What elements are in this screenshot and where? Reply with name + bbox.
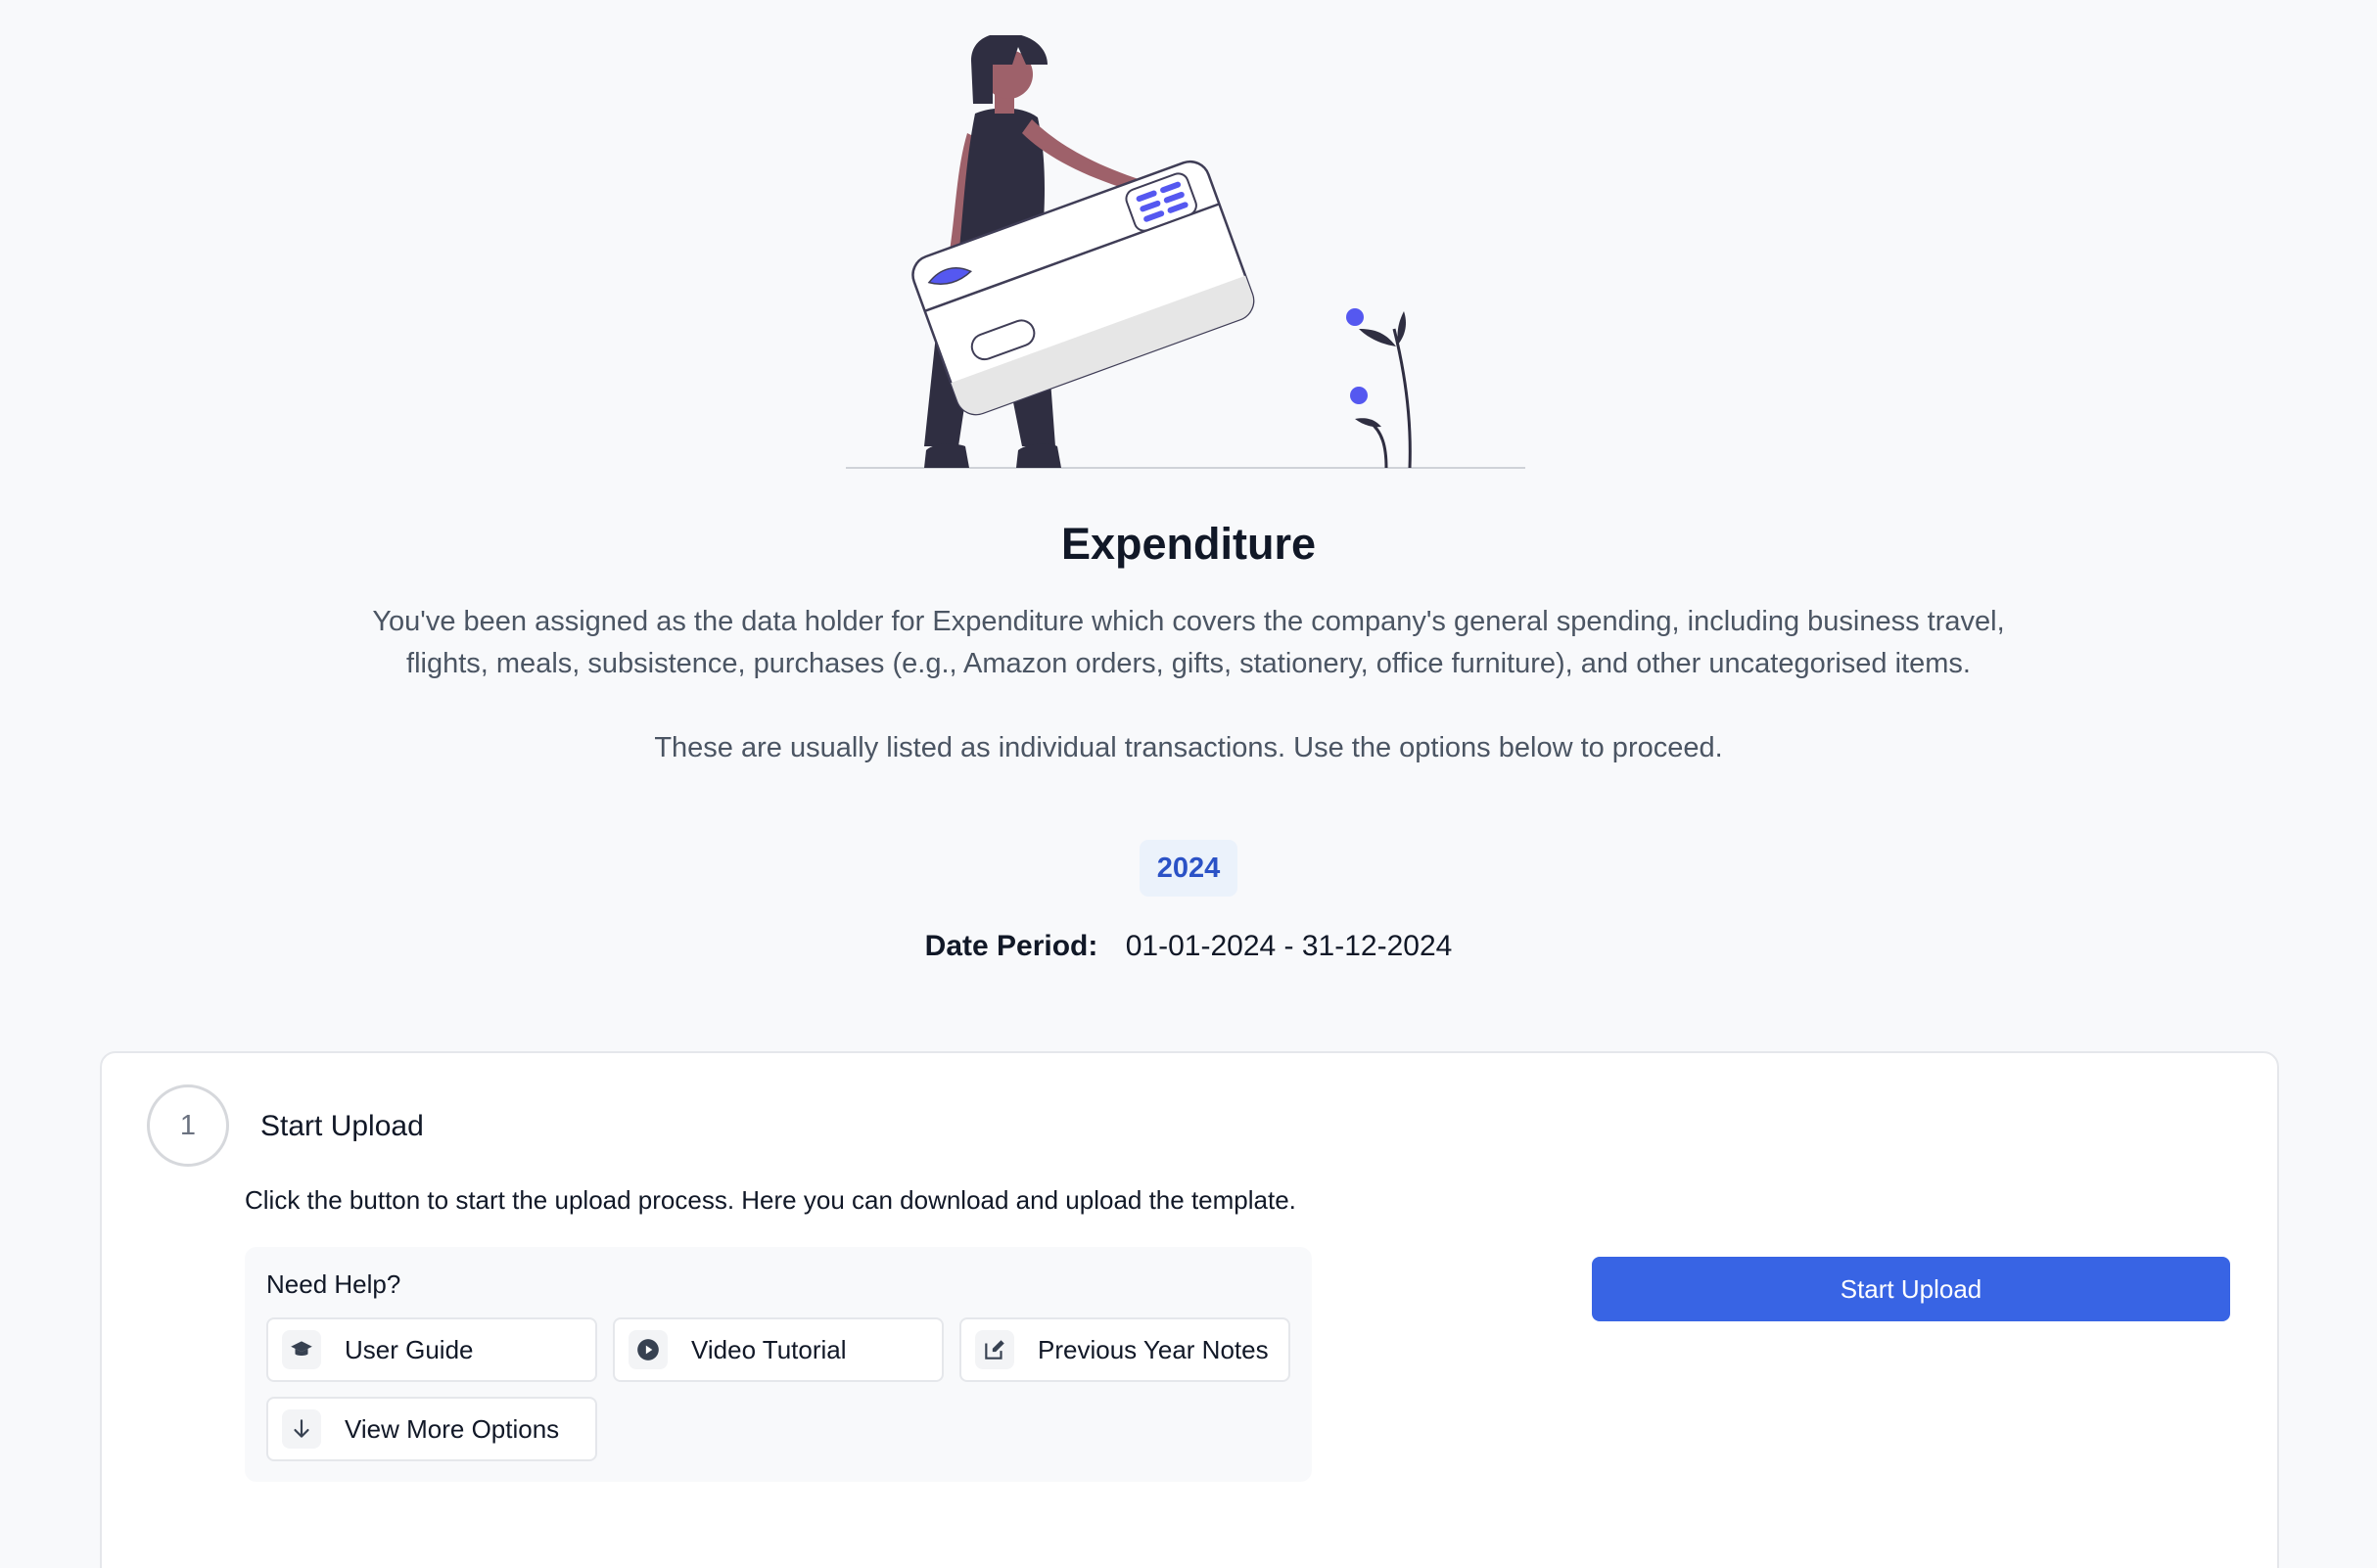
- need-help-panel: Need Help? User Guide Video Tutorial Pre…: [245, 1247, 1312, 1482]
- view-more-options-button[interactable]: View More Options: [266, 1397, 597, 1461]
- year-badge: 2024: [1140, 840, 1237, 897]
- previous-year-notes-button[interactable]: Previous Year Notes: [959, 1317, 1290, 1382]
- step-title: Start Upload: [260, 1110, 424, 1142]
- description: You've been assigned as the data holder …: [352, 601, 2025, 769]
- start-upload-button[interactable]: Start Upload: [1592, 1257, 2230, 1321]
- step-number: 1: [147, 1084, 229, 1167]
- arrow-down-icon: [282, 1409, 321, 1449]
- page-title: Expenditure: [1060, 519, 1317, 569]
- instruction-text: These are usually listed as individual t…: [654, 732, 1723, 763]
- video-tutorial-button[interactable]: Video Tutorial: [613, 1317, 944, 1382]
- page: Expenditure You've been assigned as the …: [0, 0, 2377, 1568]
- step-description: Click the button to start the upload pro…: [245, 1185, 1296, 1215]
- user-guide-label: User Guide: [345, 1334, 474, 1364]
- edit-note-icon: [975, 1330, 1014, 1369]
- date-period-value: 01-01-2024 - 31-12-2024: [1125, 930, 1453, 962]
- user-guide-button[interactable]: User Guide: [266, 1317, 597, 1382]
- date-period: Date Period: 01-01-2024 - 31-12-2024: [0, 926, 2377, 967]
- video-tutorial-label: Video Tutorial: [691, 1334, 847, 1364]
- view-more-options-label: View More Options: [345, 1413, 560, 1444]
- upload-step-card: 1 Start Upload Click the button to start…: [100, 1051, 2279, 1568]
- description-text: You've been assigned as the data holder …: [372, 606, 2005, 679]
- date-period-label: Date Period:: [924, 930, 1098, 962]
- previous-year-notes-label: Previous Year Notes: [1038, 1334, 1269, 1364]
- need-help-title: Need Help?: [266, 1269, 401, 1299]
- graduation-cap-icon: [282, 1330, 321, 1369]
- play-circle-icon: [629, 1330, 668, 1369]
- person-holding-card-illustration: [846, 35, 1525, 469]
